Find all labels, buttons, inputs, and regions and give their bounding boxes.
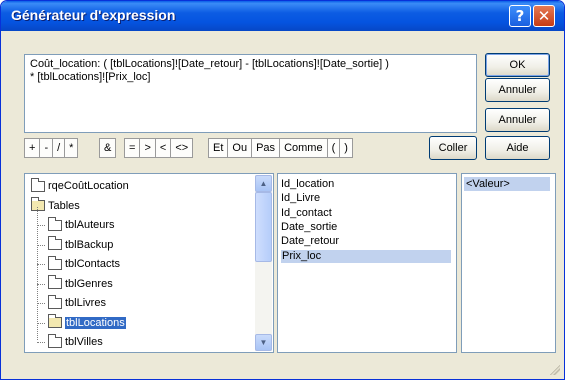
field-item[interactable]: Date_sortie xyxy=(281,221,337,234)
operator-button[interactable]: > xyxy=(140,139,156,157)
scroll-up-icon[interactable]: ▲ xyxy=(255,175,272,192)
tree-item[interactable]: tblLocations xyxy=(48,314,126,331)
tree-connector xyxy=(37,342,45,343)
operator-button[interactable]: Comme xyxy=(280,139,328,157)
arith-operators: + - / * xyxy=(24,138,79,158)
close-icon[interactable]: ✕ xyxy=(533,5,555,27)
operator-button[interactable]: + xyxy=(25,139,41,157)
tree-item-label: Tables xyxy=(48,199,80,212)
field-item[interactable]: Id_Livre xyxy=(281,192,320,205)
expression-builder-dialog: Générateur d'expression ? ✕ Coût_locatio… xyxy=(0,0,565,380)
tree-item-label: tblBackup xyxy=(65,238,114,251)
operator-button[interactable]: - xyxy=(40,139,54,157)
scroll-down-icon[interactable]: ▼ xyxy=(255,334,272,351)
tree-item-label: tblGenres xyxy=(65,277,113,290)
undo-button[interactable]: Annuler xyxy=(485,108,550,132)
tree-connector xyxy=(37,303,45,304)
folder-open-icon xyxy=(48,314,62,328)
compare-operators: = > < <> xyxy=(124,138,194,158)
folder-icon xyxy=(48,333,62,348)
ok-button[interactable]: OK xyxy=(485,53,550,77)
help-button[interactable]: Aide xyxy=(485,136,550,160)
tree-connector xyxy=(37,283,45,285)
objects-tree[interactable]: rqeCoûtLocation Tables tblAuteurs tblBackup… xyxy=(24,173,274,353)
operator-button[interactable]: ) xyxy=(340,139,352,157)
paste-button[interactable]: Coller xyxy=(429,136,477,160)
window-title: Générateur d'expression xyxy=(11,7,176,23)
tree-item[interactable]: tblGenres xyxy=(48,275,113,292)
tree-connector xyxy=(37,244,45,246)
tree-item-label: tblVilles xyxy=(65,336,103,348)
tree-item[interactable]: tblLivres xyxy=(48,294,106,311)
cancel-button[interactable]: Annuler xyxy=(485,78,550,102)
resize-grip-icon[interactable] xyxy=(550,365,560,375)
operator-button[interactable]: < xyxy=(156,139,172,157)
folder-icon xyxy=(31,177,45,192)
tree-item-label: rqeCoûtLocation xyxy=(48,180,129,192)
values-list[interactable]: <Valeur> xyxy=(461,173,556,353)
folder-icon xyxy=(48,216,62,231)
tree-item[interactable]: tblVilles xyxy=(48,333,103,350)
operator-button[interactable]: <> xyxy=(171,139,192,157)
concat-operators: & xyxy=(99,138,117,158)
operator-button[interactable]: & xyxy=(100,139,115,157)
tree-scrollbar[interactable]: ▲ ▼ xyxy=(255,175,272,351)
operator-button[interactable]: Et xyxy=(209,139,229,157)
field-item[interactable]: Date_retour xyxy=(281,235,339,248)
value-item[interactable]: <Valeur> xyxy=(464,177,550,191)
tree-item-label: tblContacts xyxy=(65,258,121,270)
tree-item[interactable]: tblAuteurs xyxy=(48,216,115,233)
tree-item-label: tblAuteurs xyxy=(65,219,115,231)
tree-item[interactable]: tblBackup xyxy=(48,236,114,253)
tree-connector xyxy=(37,225,45,226)
fields-list[interactable]: Id_location Id_Livre Id_contact Date_sortie… xyxy=(277,173,457,353)
title-bar[interactable]: Générateur d'expression ? ✕ xyxy=(1,1,564,31)
tree-connector xyxy=(37,264,45,265)
folder-open-icon xyxy=(31,197,45,211)
help-icon[interactable]: ? xyxy=(509,5,531,27)
tree-item-label: tblLivres xyxy=(65,297,106,309)
operator-button[interactable]: * xyxy=(65,139,77,157)
operator-button[interactable]: = xyxy=(125,139,141,157)
tree-connector xyxy=(37,322,45,324)
tree-item[interactable]: rqeCoûtLocation xyxy=(31,177,129,194)
folder-icon xyxy=(48,275,62,289)
scroll-thumb[interactable] xyxy=(255,192,272,262)
tree-item[interactable]: Tables xyxy=(31,197,80,214)
tree-connector xyxy=(37,207,38,340)
operator-button[interactable]: / xyxy=(53,139,66,157)
field-item[interactable]: Id_contact xyxy=(281,207,332,220)
folder-icon xyxy=(48,255,62,270)
expression-input[interactable]: Coût_location: ( [tblLocations]![Date_re… xyxy=(24,54,477,133)
tree-item-label: tblLocations xyxy=(65,316,126,329)
operator-button[interactable]: ( xyxy=(328,139,341,157)
tree-item[interactable]: tblContacts xyxy=(48,255,121,272)
field-item[interactable]: Prix_loc xyxy=(281,249,451,263)
logic-operators: Et Ou Pas Comme() xyxy=(208,138,353,158)
folder-icon xyxy=(48,294,62,309)
folder-icon xyxy=(48,236,62,250)
operator-button[interactable]: Ou xyxy=(228,139,253,157)
field-item[interactable]: Id_location xyxy=(281,178,334,191)
operator-button[interactable]: Pas xyxy=(252,139,281,157)
